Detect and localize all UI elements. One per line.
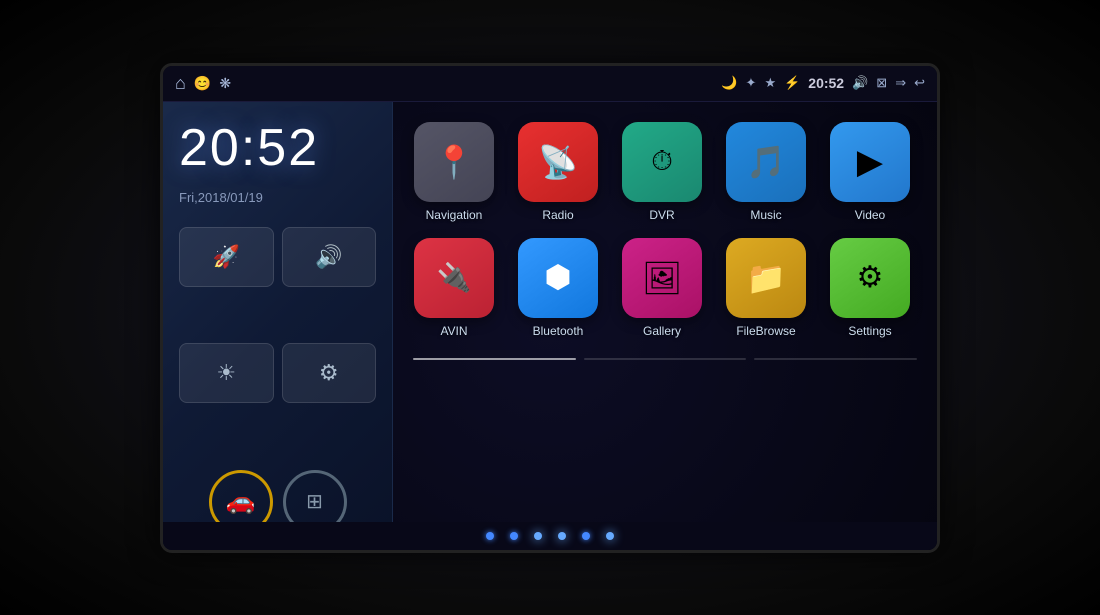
- indicator-bar: [163, 522, 937, 550]
- lightning-icon: ⚡: [784, 75, 800, 91]
- dot-2: [510, 532, 518, 540]
- home-icon[interactable]: ⌂: [175, 73, 186, 94]
- page-line-3: [754, 358, 917, 360]
- car-surround: ⌂ 😊 ❋ 🌙 ✦ ★ ⚡ 20:52 🔊 ⊠ ⇒ ↩ 20:52 Fri,20…: [0, 0, 1100, 615]
- sliders-icon: ⚙: [319, 360, 339, 386]
- launch-button[interactable]: 🚀: [179, 227, 274, 287]
- settings-label: Settings: [848, 324, 891, 338]
- sun-icon: ☀: [216, 360, 236, 386]
- status-bar: ⌂ 😊 ❋ 🌙 ✦ ★ ⚡ 20:52 🔊 ⊠ ⇒ ↩: [163, 66, 937, 102]
- app-dvr[interactable]: ⏱ DVR: [617, 122, 707, 222]
- page-indicators: [409, 358, 921, 360]
- navigation-icon: 📍: [434, 143, 474, 181]
- dot-3: [534, 532, 542, 540]
- app-video[interactable]: ▶ Video: [825, 122, 915, 222]
- dot-5: [582, 532, 590, 540]
- x-icon[interactable]: ⊠: [876, 75, 887, 91]
- dot-4: [558, 532, 566, 540]
- navigation-icon-bg: 📍: [414, 122, 494, 202]
- app-avin[interactable]: 🔌 AVIN: [409, 238, 499, 338]
- gallery-icon: 🖼: [642, 259, 683, 297]
- asterisk-icon: ❋: [219, 75, 231, 92]
- app-music[interactable]: 🎵 Music: [721, 122, 811, 222]
- main-area: 20:52 Fri,2018/01/19 🚀 🔊 ☀ ⚙: [163, 102, 937, 550]
- forward-icon[interactable]: ⇒: [895, 75, 906, 91]
- back-icon[interactable]: ↩: [914, 75, 925, 91]
- car-icon: 🚗: [226, 487, 256, 516]
- dot-1: [486, 532, 494, 540]
- dot-6: [606, 532, 614, 540]
- music-icon: 🎵: [746, 143, 786, 181]
- dvr-icon: ⏱: [651, 145, 673, 178]
- star-icon: ★: [764, 75, 776, 91]
- app-settings[interactable]: ⚙ Settings: [825, 238, 915, 338]
- volume-button[interactable]: 🔊: [282, 227, 377, 287]
- left-panel: 20:52 Fri,2018/01/19 🚀 🔊 ☀ ⚙: [163, 102, 393, 550]
- avin-label: AVIN: [440, 324, 467, 338]
- navigation-label: Navigation: [426, 208, 483, 222]
- rocket-icon: 🚀: [213, 244, 240, 270]
- brightness-button[interactable]: ☀: [179, 343, 274, 403]
- speaker-icon: 🔊: [315, 244, 342, 270]
- date-display: Fri,2018/01/19: [179, 190, 376, 205]
- grid-icon: ⊞: [306, 489, 323, 514]
- status-right: 🌙 ✦ ★ ⚡ 20:52 🔊 ⊠ ⇒ ↩: [721, 75, 925, 91]
- filebrowse-icon-bg: 📁: [726, 238, 806, 318]
- status-time: 20:52: [808, 75, 844, 91]
- bluetooth-status-icon: ✦: [746, 75, 757, 91]
- bluetooth-icon: ⬢: [545, 260, 571, 295]
- radio-icon-bg: 📡: [518, 122, 598, 202]
- dvr-icon-bg: ⏱: [622, 122, 702, 202]
- page-line-2: [584, 358, 747, 360]
- dvr-label: DVR: [649, 208, 674, 222]
- music-label: Music: [750, 208, 781, 222]
- app-row-1: 📍 Navigation 📡 Radio ⏱ DV: [409, 122, 921, 222]
- app-gallery[interactable]: 🖼 Gallery: [617, 238, 707, 338]
- video-icon-bg: ▶: [830, 122, 910, 202]
- gallery-label: Gallery: [643, 324, 681, 338]
- gallery-icon-bg: 🖼: [622, 238, 702, 318]
- app-row-2: 🔌 AVIN ⬢ Bluetooth 🖼 Gall: [409, 238, 921, 338]
- settings-icon-bg: ⚙: [830, 238, 910, 318]
- video-label: Video: [855, 208, 885, 222]
- bluetooth-label: Bluetooth: [533, 324, 584, 338]
- radio-icon: 📡: [538, 143, 578, 181]
- avin-icon: 🔌: [437, 261, 472, 294]
- filebrowse-icon: 📁: [746, 259, 786, 297]
- settings-icon: ⚙: [857, 260, 884, 295]
- app-filebrowse[interactable]: 📁 FileBrowse: [721, 238, 811, 338]
- avin-icon-bg: 🔌: [414, 238, 494, 318]
- bluetooth-icon-bg: ⬢: [518, 238, 598, 318]
- equalizer-button[interactable]: ⚙: [282, 343, 377, 403]
- video-icon: ▶: [857, 142, 883, 182]
- app-bluetooth[interactable]: ⬢ Bluetooth: [513, 238, 603, 338]
- radio-label: Radio: [542, 208, 573, 222]
- app-radio[interactable]: 📡 Radio: [513, 122, 603, 222]
- volume-icon[interactable]: 🔊: [852, 75, 868, 91]
- music-icon-bg: 🎵: [726, 122, 806, 202]
- quick-controls: 🚀 🔊 ☀ ⚙: [179, 227, 376, 452]
- face-icon: 😊: [194, 75, 211, 92]
- page-line-1: [413, 358, 576, 360]
- status-left: ⌂ 😊 ❋: [175, 73, 231, 94]
- right-panel: 📍 Navigation 📡 Radio ⏱ DV: [393, 102, 937, 550]
- moon-icon: 🌙: [721, 75, 737, 91]
- clock-display: 20:52: [179, 118, 376, 178]
- screen-bezel: ⌂ 😊 ❋ 🌙 ✦ ★ ⚡ 20:52 🔊 ⊠ ⇒ ↩ 20:52 Fri,20…: [160, 63, 940, 553]
- app-navigation[interactable]: 📍 Navigation: [409, 122, 499, 222]
- filebrowse-label: FileBrowse: [736, 324, 795, 338]
